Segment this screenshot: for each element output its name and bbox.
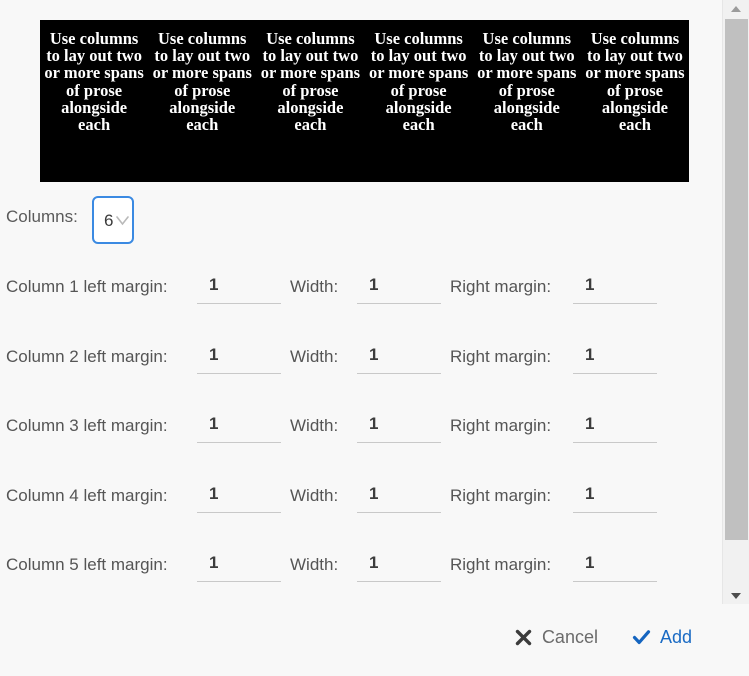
column-settings-row: Column 1 left margin: Width: Right margi… xyxy=(0,266,722,335)
scroll-down-button[interactable] xyxy=(723,587,749,604)
column-left-margin-label: Column 5 left margin: xyxy=(6,555,168,574)
column-left-margin-label: Column 1 left margin: xyxy=(6,277,168,296)
preview-column: Use columns to lay out two or more spans… xyxy=(477,29,577,135)
scroll-up-button[interactable] xyxy=(723,0,749,17)
triangle-down-icon xyxy=(731,593,741,599)
column-right-margin-label: Right margin: xyxy=(450,277,552,296)
column-left-margin-input[interactable] xyxy=(197,480,281,513)
checkmark-icon xyxy=(632,628,651,647)
column-right-margin-label: Right margin: xyxy=(450,416,552,435)
column-right-margin-input[interactable] xyxy=(573,271,657,304)
preview-column: Use columns to lay out two or more spans… xyxy=(260,29,361,135)
column-layout-preview: Use columns to lay out two or more spans… xyxy=(40,20,689,182)
column-right-margin-input[interactable] xyxy=(573,549,657,582)
column-left-margin-input[interactable] xyxy=(197,410,281,443)
column-left-margin-input[interactable] xyxy=(197,341,281,374)
columns-count-select[interactable]: 6 xyxy=(92,196,134,244)
column-left-margin-label: Column 3 left margin: xyxy=(6,416,168,435)
columns-count-value: 6 xyxy=(104,211,114,230)
add-button-label: Add xyxy=(659,626,692,647)
column-width-label: Width: xyxy=(290,416,339,435)
column-width-label: Width: xyxy=(290,277,339,296)
column-left-margin-label: Column 4 left margin: xyxy=(6,486,168,505)
column-width-input[interactable] xyxy=(357,271,441,304)
cancel-button-label: Cancel xyxy=(541,626,598,647)
dialog-footer: Cancel Add xyxy=(0,612,722,662)
column-width-label: Width: xyxy=(290,347,339,366)
scrollbar-thumb[interactable] xyxy=(725,19,748,540)
column-right-margin-input[interactable] xyxy=(573,480,657,513)
column-right-margin-input[interactable] xyxy=(573,410,657,443)
preview-column: Use columns to lay out two or more spans… xyxy=(152,29,252,135)
column-left-margin-label: Column 2 left margin: xyxy=(6,347,168,366)
close-x-icon xyxy=(514,628,533,647)
column-settings-row: Column 2 left margin: Width: Right margi… xyxy=(0,336,722,405)
preview-column: Use columns to lay out two or more spans… xyxy=(585,29,685,135)
scrollbar-track[interactable] xyxy=(724,540,749,587)
column-right-margin-label: Right margin: xyxy=(450,486,552,505)
column-width-input[interactable] xyxy=(357,549,441,582)
preview-column: Use columns to lay out two or more spans… xyxy=(44,29,144,135)
column-right-margin-label: Right margin: xyxy=(450,555,552,574)
column-right-margin-label: Right margin: xyxy=(450,347,552,366)
preview-column: Use columns to lay out two or more spans… xyxy=(368,29,469,135)
columns-label: Columns: xyxy=(6,207,78,226)
column-settings-row: Column 3 left margin: Width: Right margi… xyxy=(0,405,722,474)
column-width-input[interactable] xyxy=(357,480,441,513)
cancel-button[interactable]: Cancel xyxy=(508,623,604,652)
vertical-scrollbar[interactable] xyxy=(722,0,749,604)
column-layout-dialog: Use columns to lay out two or more spans… xyxy=(0,0,722,676)
triangle-up-icon xyxy=(731,6,741,12)
column-settings-row: Column 5 left margin: Width: Right margi… xyxy=(0,544,722,613)
column-settings-row: Column 4 left margin: Width: Right margi… xyxy=(0,475,722,544)
column-width-input[interactable] xyxy=(357,341,441,374)
column-left-margin-input[interactable] xyxy=(197,549,281,582)
column-width-label: Width: xyxy=(290,555,339,574)
chevron-down-icon xyxy=(116,213,129,226)
column-left-margin-input[interactable] xyxy=(197,271,281,304)
column-right-margin-input[interactable] xyxy=(573,341,657,374)
column-width-label: Width: xyxy=(290,486,339,505)
add-button[interactable]: Add xyxy=(626,623,698,652)
columns-count-row: Columns: 6 xyxy=(0,196,722,248)
column-width-input[interactable] xyxy=(357,410,441,443)
